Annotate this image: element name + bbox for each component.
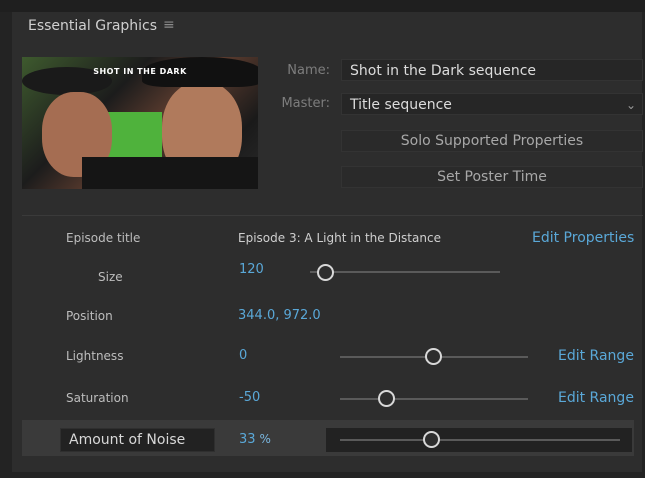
name-label: Name:: [287, 63, 330, 78]
panel-title: Essential Graphics: [28, 18, 158, 34]
chevron-down-icon: ⌄: [625, 98, 636, 112]
size-value[interactable]: 120: [239, 262, 264, 277]
amount-of-noise-label[interactable]: Amount of Noise: [60, 428, 215, 452]
poster-thumbnail: SHOT IN THE DARK: [22, 57, 258, 189]
section-divider: [22, 215, 643, 216]
saturation-label: Saturation: [66, 391, 129, 405]
episode-title-value[interactable]: Episode 3: A Light in the Distance: [238, 231, 441, 245]
noise-value-number: 33: [239, 432, 256, 447]
lightness-value[interactable]: 0: [239, 348, 247, 363]
panel-bottom-edge: [0, 472, 645, 478]
thumbnail-shadow: [82, 157, 258, 189]
noise-slider-track[interactable]: [340, 439, 620, 441]
size-slider-track[interactable]: [310, 271, 500, 273]
lightness-slider-knob[interactable]: [425, 348, 442, 365]
noise-unit: %: [259, 432, 271, 446]
solo-supported-properties-button[interactable]: Solo Supported Properties: [341, 130, 643, 152]
noise-value[interactable]: 33%: [239, 432, 271, 447]
name-field[interactable]: Shot in the Dark sequence: [341, 59, 643, 81]
noise-slider-knob[interactable]: [423, 431, 440, 448]
panel-left-edge: [0, 12, 12, 478]
thumbnail-overlay-text: SHOT IN THE DARK: [93, 67, 187, 76]
hamburger-menu-icon[interactable]: ≡: [163, 17, 175, 33]
set-poster-time-button[interactable]: Set Poster Time: [341, 166, 643, 188]
size-label: Size: [98, 270, 123, 284]
lightness-edit-range-link[interactable]: Edit Range: [558, 348, 634, 364]
master-label: Master:: [281, 96, 330, 111]
master-dropdown-value: Title sequence: [350, 97, 452, 113]
position-value[interactable]: 344.0, 972.0: [238, 308, 321, 323]
lightness-label: Lightness: [66, 349, 124, 363]
size-slider-knob[interactable]: [317, 264, 334, 281]
saturation-edit-range-link[interactable]: Edit Range: [558, 390, 634, 406]
position-label: Position: [66, 309, 113, 323]
episode-title-label: Episode title: [66, 231, 141, 245]
saturation-slider-knob[interactable]: [378, 390, 395, 407]
edit-properties-link[interactable]: Edit Properties: [532, 230, 634, 246]
saturation-value[interactable]: -50: [239, 390, 260, 405]
panel-top-edge: [0, 0, 645, 12]
master-dropdown[interactable]: Title sequence ⌄: [341, 93, 643, 115]
saturation-slider-track[interactable]: [340, 398, 528, 400]
